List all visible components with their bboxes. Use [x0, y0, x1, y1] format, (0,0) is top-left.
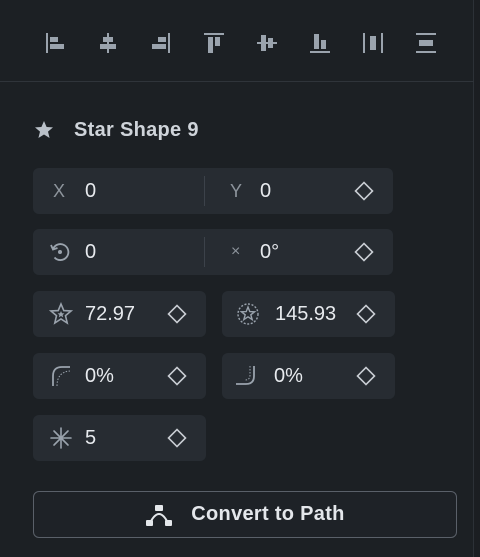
star-icon	[35, 121, 53, 138]
inner-roundness-field: 0%	[33, 353, 206, 399]
outer-radius-input[interactable]: 145.93	[275, 291, 336, 337]
keyframe-diamond-icon	[167, 304, 187, 324]
keyframe-outer-roundness-button[interactable]	[355, 365, 377, 387]
align-center-vertical-button[interactable]	[252, 28, 282, 58]
y-input[interactable]: 0	[260, 168, 271, 214]
inner-radius-input[interactable]: 72.97	[85, 291, 135, 337]
field-divider	[204, 176, 205, 206]
align-left-icon	[46, 33, 64, 53]
inner-roundness-input[interactable]: 0%	[85, 353, 114, 399]
align-toolbar	[0, 0, 474, 82]
outer-roundness-icon-wrap	[234, 364, 258, 388]
align-top-button[interactable]	[199, 28, 229, 58]
align-right-button[interactable]	[146, 28, 176, 58]
keyframe-rotation-button[interactable]	[353, 241, 375, 263]
keyframe-inner-radius-button[interactable]	[166, 303, 188, 325]
align-center-vertical-icon	[257, 35, 277, 51]
rotate-icon	[50, 243, 70, 261]
star-inner-radius-icon	[49, 302, 73, 325]
y-label: Y	[230, 180, 243, 201]
keyframe-diamond-icon	[354, 181, 374, 201]
distribute-vertical-icon	[416, 33, 436, 53]
layer-title: Star Shape 9	[74, 118, 199, 141]
bezier-path-icon	[146, 504, 173, 526]
field-divider	[204, 237, 205, 267]
rotation-input[interactable]: 0	[85, 229, 96, 275]
align-center-horizontal-button[interactable]	[93, 28, 123, 58]
x-label: X	[53, 180, 66, 201]
align-right-icon	[152, 33, 170, 53]
keyframe-diamond-icon	[167, 366, 187, 386]
keyframe-points-button[interactable]	[166, 427, 188, 449]
star-outer-radius-icon	[237, 303, 259, 325]
layer-title-row: Star Shape 9	[34, 116, 199, 144]
keyframe-diamond-icon	[354, 242, 374, 262]
points-field: 5	[33, 415, 206, 461]
inner-radius-field: 72.97	[33, 291, 206, 337]
outer-roundness-input[interactable]: 0%	[274, 353, 303, 399]
rotation-field: 0 × 0°	[33, 229, 393, 275]
convert-to-path-button[interactable]: Convert to Path	[33, 491, 457, 538]
properties-panel: Star Shape 9 X 0 Y 0 0 × 0° 72.97 145.93…	[0, 0, 474, 557]
keyframe-position-button[interactable]	[353, 180, 375, 202]
keyframe-outer-radius-button[interactable]	[355, 303, 377, 325]
outer-roundness-icon	[236, 366, 255, 385]
rotate-icon-wrap	[48, 240, 72, 264]
distribute-vertical-button[interactable]	[411, 28, 441, 58]
star-inner-radius-icon-wrap	[49, 302, 73, 326]
keyframe-diamond-icon	[167, 428, 187, 448]
align-top-icon	[204, 33, 224, 53]
keyframe-diamond-icon	[356, 366, 376, 386]
outer-roundness-field: 0%	[222, 353, 395, 399]
star-outer-radius-icon-wrap	[236, 302, 260, 326]
points-input[interactable]: 5	[85, 415, 96, 461]
convert-to-path-label: Convert to Path	[191, 503, 345, 525]
position-field: X 0 Y 0	[33, 168, 393, 214]
x-input[interactable]: 0	[85, 168, 96, 214]
outer-radius-field: 145.93	[222, 291, 395, 337]
distribute-horizontal-button[interactable]	[358, 28, 388, 58]
star-points-icon	[50, 427, 72, 449]
keyframe-diamond-icon	[356, 304, 376, 324]
inner-roundness-icon-wrap	[49, 364, 73, 388]
align-bottom-button[interactable]	[305, 28, 335, 58]
distribute-horizontal-icon	[363, 33, 383, 53]
star-points-icon-wrap	[49, 426, 73, 450]
inner-roundness-icon	[52, 366, 71, 387]
skew-label: ×	[231, 243, 241, 260]
align-left-button[interactable]	[40, 28, 70, 58]
align-center-horizontal-icon	[100, 33, 116, 53]
align-bottom-icon	[310, 34, 330, 53]
keyframe-inner-roundness-button[interactable]	[166, 365, 188, 387]
skew-input[interactable]: 0°	[260, 229, 279, 275]
